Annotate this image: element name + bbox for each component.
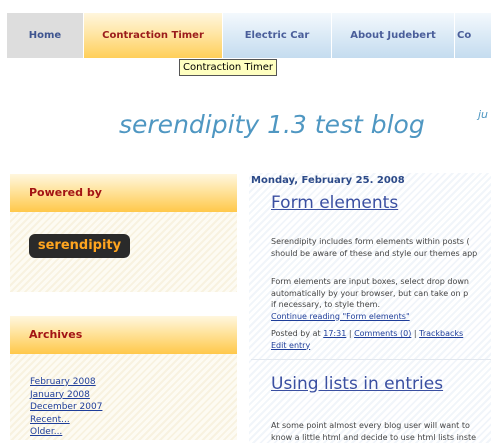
nav-tab-home[interactable]: Home bbox=[7, 13, 84, 58]
entry-divider bbox=[251, 359, 491, 360]
comments-link[interactable]: Comments (0) bbox=[354, 329, 411, 338]
sidebar-archives: Archives February 2008 January 2008 Dece… bbox=[10, 316, 237, 440]
archive-list: February 2008 January 2008 December 2007… bbox=[30, 376, 102, 439]
blog-subtitle: ju bbox=[478, 108, 489, 121]
entry-body-paragraph: Serendipity includes form elements withi… bbox=[271, 237, 478, 258]
sidebar-title-powered-by: Powered by bbox=[10, 174, 237, 212]
nav-tab-contraction-timer[interactable]: Contraction Timer bbox=[84, 13, 223, 58]
nav-tab-truncated[interactable]: Co bbox=[455, 13, 491, 58]
archive-link-december-2007[interactable]: December 2007 bbox=[30, 401, 102, 414]
archive-link-january-2008[interactable]: January 2008 bbox=[30, 389, 102, 402]
entry-time-link[interactable]: 17:31 bbox=[323, 329, 346, 338]
entry-body-paragraph: At some point almost every blog user wil… bbox=[271, 421, 477, 442]
serendipity-logo[interactable]: serendipity bbox=[29, 234, 130, 258]
archive-link-older[interactable]: Older... bbox=[30, 426, 102, 439]
edit-entry-link[interactable]: Edit entry bbox=[271, 340, 463, 352]
tooltip: Contraction Timer bbox=[179, 59, 278, 76]
archive-link-recent[interactable]: Recent... bbox=[30, 414, 102, 427]
nav-tab-electric-car[interactable]: Electric Car bbox=[223, 13, 332, 58]
entry-date: Monday, February 25. 2008 bbox=[251, 175, 405, 186]
top-navigation: Home Contraction Timer Electric Car Abou… bbox=[0, 13, 491, 58]
trackbacks-link[interactable]: Trackbacks bbox=[419, 329, 463, 338]
continue-reading-link[interactable]: Continue reading "Form elements" bbox=[271, 311, 491, 323]
sidebar-title-archives: Archives bbox=[10, 316, 237, 354]
blog-title[interactable]: serendipity 1.3 test blog bbox=[119, 110, 425, 139]
sidebar-powered-by: Powered by serendipity bbox=[10, 174, 237, 292]
entry-body-paragraph: Form elements are input boxes, select dr… bbox=[271, 276, 491, 322]
nav-tab-about[interactable]: About Judebert bbox=[332, 13, 455, 58]
archive-link-february-2008[interactable]: February 2008 bbox=[30, 376, 102, 389]
entry-title-form-elements[interactable]: Form elements bbox=[271, 193, 398, 213]
entry-title-using-lists[interactable]: Using lists in entries bbox=[271, 374, 443, 394]
entry-meta: Posted by at 17:31 | Comments (0) | Trac… bbox=[271, 329, 464, 352]
